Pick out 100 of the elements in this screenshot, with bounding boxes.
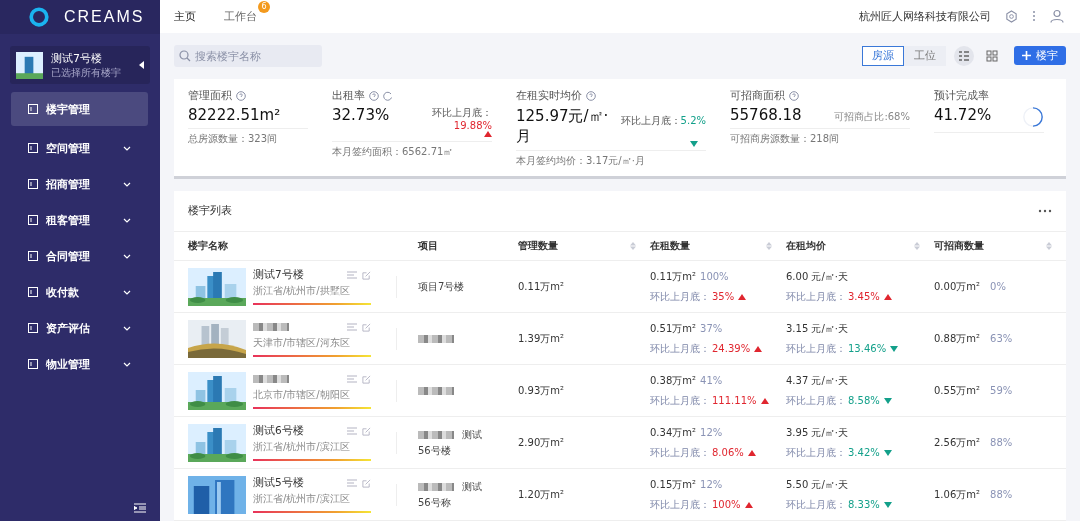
column-header: 在租均价 [786, 239, 826, 253]
nav-item[interactable]: 物业管理 [11, 346, 148, 382]
average-price: 4.37 元/㎡·天 [786, 374, 848, 386]
available-percent: 0% [990, 281, 1006, 292]
ring-logo-icon [28, 6, 50, 28]
nav-item[interactable]: 楼宇管理 [11, 92, 148, 126]
building-name: 测试7号楼 [253, 268, 304, 282]
trend-value: 13.46% [848, 343, 887, 354]
building-address: 天津市/市辖区/河东区 [253, 335, 351, 350]
refresh-icon[interactable] [383, 90, 393, 101]
help-icon[interactable] [586, 90, 596, 101]
trend-value: 8.58% [848, 395, 880, 406]
stat-footer: 本月签约均价：3.17元/㎡·月 [516, 153, 706, 168]
compare-value: 19.88% [453, 119, 492, 131]
search-icon [179, 49, 191, 62]
stat-value: 41.72% [934, 105, 992, 124]
available-area: 0.55万m² [934, 383, 980, 398]
available-area: 0.88万m² [934, 331, 980, 346]
building-address: 浙江省/杭州市/滨江区 [253, 439, 351, 454]
top-tab[interactable]: 主页 [174, 8, 196, 24]
nav-item[interactable]: 收付款 [11, 274, 148, 310]
search-field[interactable]: 搜索楼宇名称 [174, 44, 322, 67]
project-name-part: 56号称 [418, 495, 452, 510]
trend-label: 环比上月底： [650, 289, 710, 304]
rented-percent: 37% [700, 322, 723, 334]
company-name: 杭州匠人网络科技有限公司 [859, 8, 991, 24]
user-icon[interactable] [1050, 9, 1064, 24]
trend-label: 环比上月底： [786, 445, 846, 460]
settings-icon[interactable] [1005, 9, 1018, 23]
help-icon[interactable] [789, 90, 799, 101]
plus-icon [1022, 51, 1031, 61]
edit-icon[interactable] [362, 374, 371, 384]
stat-label: 可招商面积 [730, 88, 785, 103]
rented-percent: 41% [700, 374, 723, 386]
list-icon[interactable] [347, 322, 357, 331]
sort-icon[interactable] [914, 242, 920, 250]
help-icon[interactable] [369, 90, 379, 101]
trend-value: 24.39% [712, 343, 751, 354]
rented-percent: 12% [700, 478, 723, 490]
project-name-part: 56号楼 [418, 443, 452, 458]
list-icon[interactable] [347, 426, 357, 435]
stat-ratio: 可招商占比:68% [834, 109, 910, 124]
collapse-triangle-icon[interactable] [139, 61, 144, 69]
card-title: 楼宇列表 [188, 204, 232, 218]
stat-label: 管理面积 [188, 88, 232, 103]
sort-icon[interactable] [630, 242, 636, 250]
segment-tab[interactable]: 工位 [904, 45, 946, 66]
add-building-button[interactable]: 楼宇 [1014, 46, 1066, 66]
trend-value: 100% [712, 499, 741, 510]
trend-label: 环比上月底： [786, 393, 846, 408]
trend-label: 环比上月底： [650, 341, 710, 356]
list-view-icon[interactable] [954, 45, 974, 66]
segment-tab[interactable]: 房源 [862, 45, 904, 66]
list-icon[interactable] [347, 478, 357, 487]
stat-footer: 本月签约面积：6562.71㎡ [332, 144, 492, 159]
nav-item[interactable]: 合同管理 [11, 238, 148, 274]
nav-item[interactable]: 租客管理 [11, 202, 148, 238]
project-name: 项目7号楼 [418, 279, 465, 294]
rented-area: 0.38万m² [650, 374, 696, 386]
building-selector[interactable]: 测试7号楼 已选择所有楼宇 [10, 46, 150, 84]
column-header: 可招商数量 [934, 239, 984, 253]
rented-area: 0.34万m² [650, 426, 696, 438]
project-name-part: 测试 [462, 427, 482, 442]
rented-area: 0.51万m² [650, 322, 696, 334]
sort-icon[interactable] [766, 242, 772, 250]
nav-item[interactable]: 资产评估 [11, 310, 148, 346]
list-icon[interactable] [347, 374, 357, 383]
edit-icon[interactable] [362, 426, 371, 436]
average-price: 6.00 元/㎡·天 [786, 270, 848, 282]
trend-label: 环比上月底： [650, 393, 710, 408]
list-icon[interactable] [347, 270, 357, 279]
sort-icon[interactable] [1046, 242, 1052, 250]
column-header: 管理数量 [518, 239, 558, 253]
nav-item[interactable]: 招商管理 [11, 166, 148, 202]
stat-label: 出租率 [332, 88, 365, 103]
menu-square-icon [28, 287, 38, 297]
managed-area: 0.93万m² [518, 383, 564, 398]
menu-square-icon [28, 251, 38, 261]
building-name: 测试5号楼 [253, 476, 304, 490]
count-badge: 6 [258, 0, 270, 13]
compare-label: 环比上月底： [620, 113, 681, 128]
edit-icon[interactable] [362, 478, 371, 488]
edit-icon[interactable] [362, 322, 371, 332]
column-header: 项目 [418, 239, 438, 253]
trend-label: 环比上月底： [650, 445, 710, 460]
building-name: 测试7号楼 [51, 50, 103, 66]
building-address: 浙江省/杭州市/滨江区 [253, 491, 351, 506]
top-tab[interactable]: 工作台 [224, 8, 257, 24]
menu-square-icon [28, 323, 38, 333]
rented-area: 0.11万m² [650, 270, 696, 282]
available-percent: 88% [990, 437, 1013, 448]
app-logo: CREAMS [64, 8, 145, 26]
trend-value: 3.45% [848, 291, 880, 302]
more-icon[interactable] [1038, 209, 1052, 213]
nav-item[interactable]: 空间管理 [11, 130, 148, 166]
collapse-menu-icon[interactable] [134, 503, 146, 513]
help-icon[interactable] [236, 90, 246, 101]
compare-label: 环比上月底： [432, 105, 492, 120]
edit-icon[interactable] [362, 270, 371, 280]
rented-percent: 12% [700, 426, 723, 438]
